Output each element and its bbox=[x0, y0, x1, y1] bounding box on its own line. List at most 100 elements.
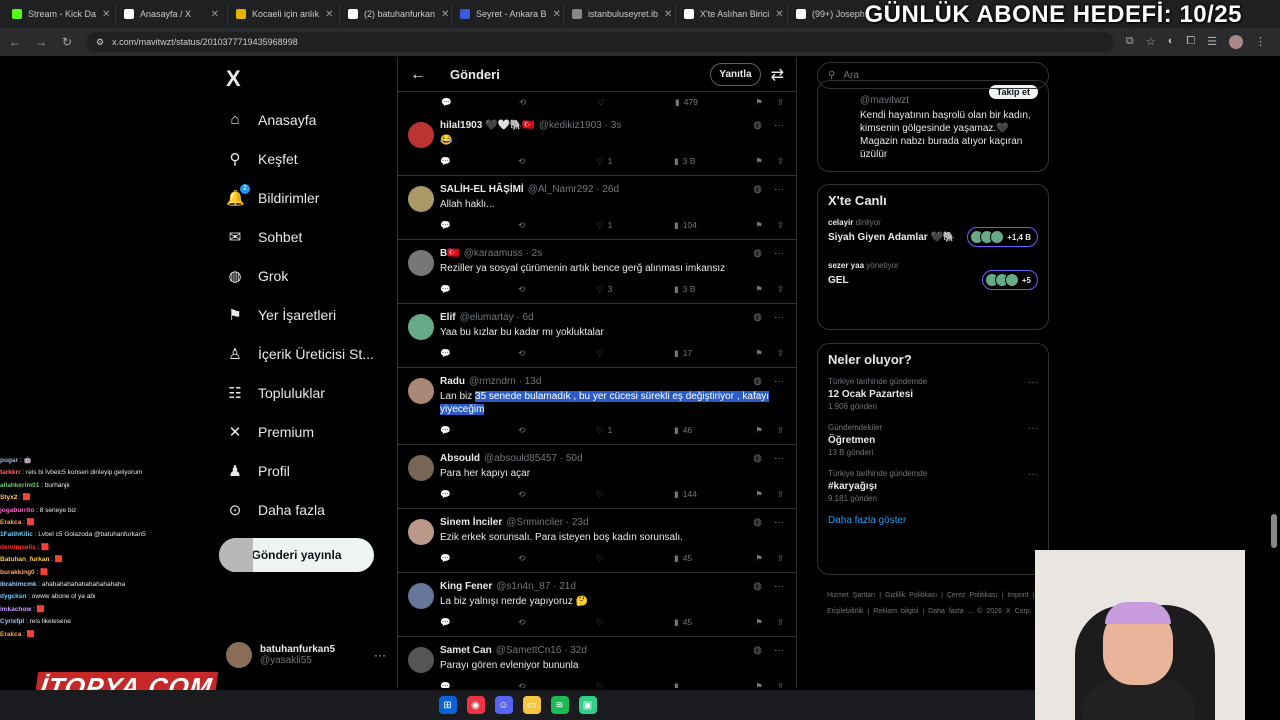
post-handle[interactable]: @kedikiz1903 · 3s bbox=[539, 120, 621, 131]
views-stat[interactable]: ▮ 17 bbox=[674, 348, 752, 359]
reply-icon[interactable]: 💬 bbox=[440, 425, 518, 436]
more-icon[interactable]: ··· bbox=[774, 184, 784, 195]
reply-icon[interactable]: 💬 bbox=[441, 97, 519, 108]
reply-icon[interactable]: 💬 bbox=[440, 617, 518, 628]
avatar[interactable] bbox=[408, 122, 434, 148]
page-scrollbar[interactable] bbox=[1271, 514, 1277, 548]
search-box[interactable]: ⚲ Ara bbox=[817, 62, 1049, 89]
more-icon[interactable]: ··· bbox=[774, 312, 784, 323]
share-icon[interactable]: ⇪ bbox=[777, 97, 784, 108]
reply-post[interactable]: Samet Can @SamettCn16 · 32d Parayı gören … bbox=[398, 637, 796, 688]
like-icon[interactable]: ♡ bbox=[596, 681, 674, 689]
share-icon[interactable]: ⇪ bbox=[777, 617, 784, 628]
close-icon[interactable]: ✕ bbox=[553, 9, 561, 20]
more-icon[interactable]: ··· bbox=[1028, 423, 1038, 434]
post-handle[interactable]: @SamettCn16 · 32d bbox=[496, 645, 587, 656]
nav-item[interactable]: ⊙ Daha fazla bbox=[220, 490, 390, 529]
windows-start-icon[interactable]: ⊞ bbox=[438, 696, 457, 714]
trend-item[interactable]: Türkiye tarihinde gündemde #karyağışı 9.… bbox=[828, 469, 1038, 503]
kebab-menu-icon[interactable]: ⋮ bbox=[1255, 35, 1266, 49]
views-stat[interactable]: ▮ 3 B bbox=[674, 284, 752, 295]
post-author[interactable]: King Fener bbox=[440, 581, 492, 592]
post-author[interactable]: B🇹🇷 bbox=[440, 248, 460, 259]
browser-tab[interactable]: istanbuluseyret.ib ✕ bbox=[564, 3, 676, 25]
reply-post[interactable]: Sinem İnciler @Snminciler · 23d Ezik erke… bbox=[398, 509, 796, 573]
post-author[interactable]: hilal1903 🖤🤍🐘🇹🇷 bbox=[440, 120, 535, 131]
views-stat[interactable]: ▮ 144 bbox=[674, 489, 752, 500]
like-icon[interactable]: ♡ bbox=[597, 97, 675, 108]
grok-icon[interactable]: ◍ bbox=[753, 581, 762, 592]
forward-icon[interactable]: → bbox=[34, 35, 48, 49]
grok-icon[interactable]: ◍ bbox=[753, 120, 762, 131]
reply-icon[interactable]: 💬 bbox=[440, 156, 518, 167]
grok-icon[interactable]: ◍ bbox=[753, 517, 762, 528]
like-icon[interactable]: ♡ bbox=[596, 489, 674, 500]
repost-icon[interactable]: ⟲ bbox=[518, 681, 596, 689]
browser-tab[interactable]: Seyret - Ankara B ✕ bbox=[452, 3, 564, 25]
more-icon[interactable]: ··· bbox=[774, 120, 784, 131]
views-stat[interactable]: ▮ bbox=[674, 681, 752, 689]
filter-icon[interactable]: ⇄ bbox=[771, 65, 784, 85]
post-author[interactable]: Radu bbox=[440, 376, 465, 387]
reply-icon[interactable]: 💬 bbox=[440, 681, 518, 689]
reply-post[interactable]: SALİH-EL HÂŞİMİ @Al_Namr292 · 26d Allah h… bbox=[398, 176, 796, 240]
listeners-pill[interactable]: +5 bbox=[981, 270, 1038, 290]
avatar[interactable] bbox=[408, 519, 434, 545]
like-icon[interactable]: ♡ 1 bbox=[596, 425, 674, 436]
more-icon[interactable]: ··· bbox=[374, 648, 386, 662]
repost-icon[interactable]: ⟲ bbox=[518, 220, 596, 231]
more-icon[interactable]: ··· bbox=[1028, 469, 1038, 480]
post-author[interactable]: Sinem İnciler bbox=[440, 517, 502, 528]
spotify-icon[interactable]: ≋ bbox=[550, 696, 569, 714]
bookmark-star-icon[interactable]: ☆ bbox=[1146, 35, 1156, 49]
share-icon[interactable]: ⇪ bbox=[777, 681, 784, 689]
views-stat[interactable]: ▮ 45 bbox=[674, 617, 752, 628]
repost-icon[interactable]: ⟲ bbox=[518, 425, 596, 436]
share-icon[interactable]: ⇪ bbox=[777, 156, 784, 167]
views-stat[interactable]: ▮ 45 bbox=[674, 553, 752, 564]
reply-icon[interactable]: 💬 bbox=[440, 489, 518, 500]
nav-item[interactable]: ♙ İçerik Üreticisi St... bbox=[220, 334, 390, 373]
close-icon[interactable]: ✕ bbox=[325, 9, 333, 20]
reload-icon[interactable]: ↻ bbox=[60, 35, 74, 49]
more-icon[interactable]: ··· bbox=[774, 248, 784, 259]
nav-item[interactable]: ♟ Profil bbox=[220, 451, 390, 490]
avatar[interactable] bbox=[408, 314, 434, 340]
share-icon[interactable]: ⇪ bbox=[777, 489, 784, 500]
repost-icon[interactable]: ⟲ bbox=[518, 489, 596, 500]
avatar[interactable] bbox=[408, 647, 434, 673]
like-icon[interactable]: ♡ 1 bbox=[596, 220, 674, 231]
post-handle[interactable]: @karaamuss · 2s bbox=[464, 248, 543, 259]
extension-icon[interactable]: ◐ bbox=[1168, 35, 1175, 49]
browser-tab[interactable]: (2) batuhanfurkan ✕ bbox=[340, 3, 452, 25]
post-handle[interactable]: @Snminciler · 23d bbox=[506, 517, 588, 528]
more-icon[interactable]: ··· bbox=[774, 453, 784, 464]
post-handle[interactable]: @Al_Namr292 · 26d bbox=[528, 184, 619, 195]
bookmark-icon[interactable]: ⚑ bbox=[755, 220, 763, 231]
url-field[interactable]: ⚙ x.com/mavitwzt/status/2010377719435968… bbox=[86, 32, 1114, 52]
chrome-icon[interactable]: ◉ bbox=[466, 696, 485, 714]
share-icon[interactable]: ⇪ bbox=[777, 284, 784, 295]
kick-app-icon[interactable]: ▣ bbox=[578, 696, 597, 714]
browser-tab[interactable]: Stream - Kick Da ✕ bbox=[4, 3, 116, 25]
reply-icon[interactable]: 💬 bbox=[440, 284, 518, 295]
post-handle[interactable]: @s1n4n_87 · 21d bbox=[496, 581, 576, 592]
more-icon[interactable]: ··· bbox=[774, 581, 784, 592]
browser-profile-avatar[interactable] bbox=[1229, 35, 1243, 49]
avatar[interactable] bbox=[408, 186, 434, 212]
repost-icon[interactable]: ⟲ bbox=[518, 284, 596, 295]
bookmark-icon[interactable]: ⚑ bbox=[755, 97, 763, 108]
views-stat[interactable]: ▮ 3 B bbox=[674, 156, 752, 167]
reply-post[interactable]: Elif @elumartay · 6d Yaa bu kızlar bu kad… bbox=[398, 304, 796, 368]
grok-icon[interactable]: ◍ bbox=[753, 312, 762, 323]
site-info-icon[interactable]: ⚙ bbox=[96, 37, 104, 48]
reply-icon[interactable]: 💬 bbox=[440, 553, 518, 564]
share-icon[interactable]: ⇪ bbox=[777, 425, 784, 436]
share-icon[interactable]: ⇪ bbox=[777, 348, 784, 359]
like-icon[interactable]: ♡ bbox=[596, 553, 674, 564]
reply-post[interactable]: Radu @rmzndrn · 13d Lan biz 35 senede bul… bbox=[398, 368, 796, 445]
bookmark-icon[interactable]: ⚑ bbox=[755, 425, 763, 436]
repost-icon[interactable]: ⟲ bbox=[518, 156, 596, 167]
post-author[interactable]: Absould bbox=[440, 453, 480, 464]
reply-button[interactable]: Yanıtla bbox=[710, 63, 761, 86]
